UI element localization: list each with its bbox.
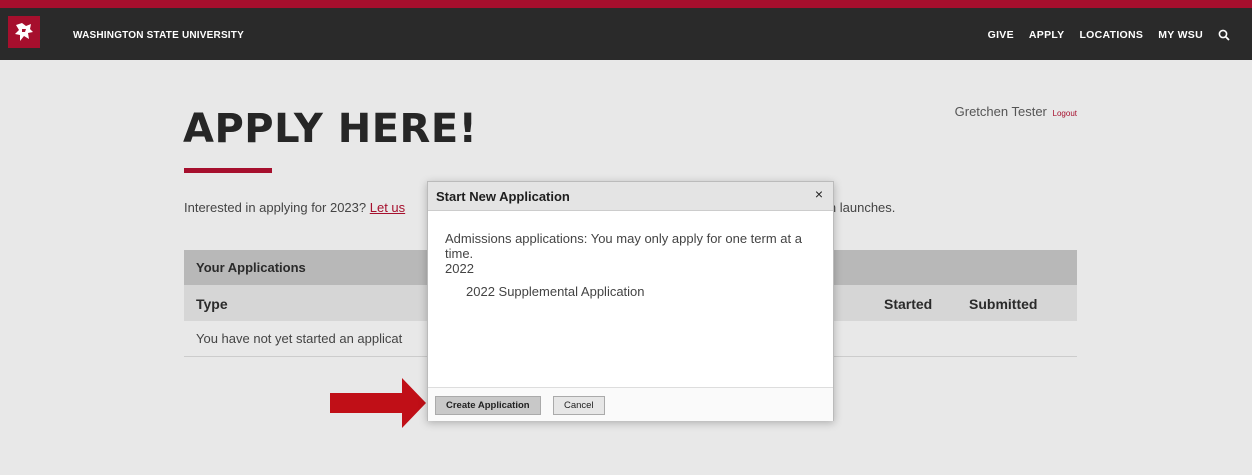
nav-give[interactable]: GIVE: [988, 29, 1014, 41]
dialog-message: Admissions applications: You may only ap…: [445, 231, 802, 261]
university-name[interactable]: WASHINGTON STATE UNIVERSITY: [73, 30, 244, 41]
user-area: Gretchen Tester Logout: [955, 104, 1077, 119]
create-application-button[interactable]: Create Application: [435, 396, 541, 415]
application-option-2022-supplemental[interactable]: 2022 Supplemental Application: [445, 284, 823, 299]
red-arrow-annotation: [330, 378, 426, 428]
page-title: APPLY HERE!: [183, 106, 478, 152]
nav-apply[interactable]: APPLY: [1029, 29, 1065, 41]
wsu-logo[interactable]: [8, 16, 40, 48]
user-name: Gretchen Tester: [954, 104, 1047, 119]
nav-my-wsu[interactable]: MY WSU: [1158, 29, 1203, 41]
col-submitted: Submitted: [969, 296, 1038, 312]
dialog-title: Start New Application: [436, 189, 570, 204]
col-started: Started: [884, 296, 933, 312]
interest-prefix: Interested in applying for 2023?: [184, 200, 370, 215]
search-icon[interactable]: [1218, 29, 1230, 41]
dialog-year-heading: 2022: [445, 261, 474, 276]
col-type: Type: [196, 296, 228, 312]
nav-locations[interactable]: LOCATIONS: [1079, 29, 1143, 41]
top-nav: GIVE APPLY LOCATIONS MY WSU: [988, 29, 1230, 41]
interest-link[interactable]: Let us: [370, 200, 405, 215]
close-icon[interactable]: ×: [815, 186, 823, 202]
title-underline: [184, 168, 272, 173]
top-navigation-bar: WASHINGTON STATE UNIVERSITY GIVE APPLY L…: [0, 0, 1252, 60]
cougar-head-icon: [15, 23, 33, 41]
dialog-header: Start New Application ×: [428, 182, 833, 211]
logout-link[interactable]: Logout: [1053, 109, 1077, 118]
cancel-button[interactable]: Cancel: [553, 396, 605, 415]
dialog-body: Admissions applications: You may only ap…: [428, 211, 833, 299]
start-new-application-dialog: Start New Application × Admissions appli…: [427, 181, 834, 421]
dialog-footer: Create Application Cancel: [428, 387, 833, 421]
